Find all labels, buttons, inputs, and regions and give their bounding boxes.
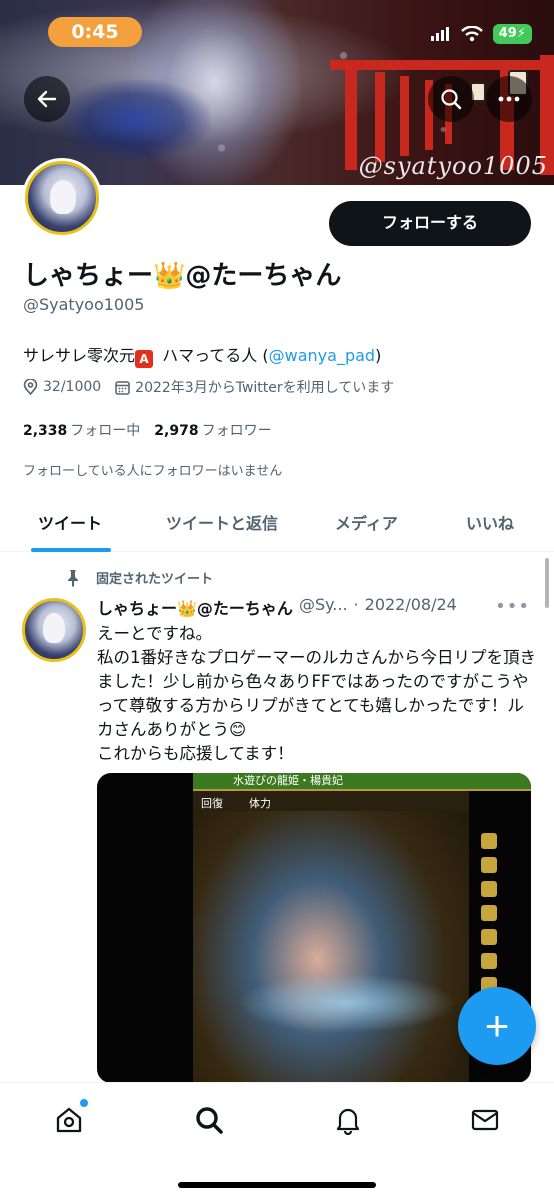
follow-button[interactable]: フォローする (329, 201, 531, 246)
bio-mention-link[interactable]: @wanya_pad (269, 346, 375, 365)
pinned-text: 固定されたツイート (96, 572, 214, 587)
battery-indicator: 49⚡ (492, 24, 532, 44)
bio-a-badge: A (135, 350, 154, 368)
nav-notifications[interactable] (331, 1103, 365, 1137)
media-tag-hp: 体力 (249, 797, 271, 810)
nav-messages[interactable] (468, 1103, 502, 1137)
media-sub-bar (193, 791, 469, 811)
search-button[interactable] (428, 76, 474, 122)
awakening-icon (481, 833, 497, 849)
media-tag-recover: 回復 (201, 797, 223, 810)
nav-home[interactable] (52, 1099, 88, 1137)
signal-icon (430, 27, 449, 41)
profile-meta: 32/1000 2022年3月からTwitterを利用しています (23, 377, 408, 397)
followers-link[interactable]: 2,978 フォロワー (154, 420, 271, 440)
followers-label: フォロワー (201, 423, 272, 439)
battery-level: 49 (498, 26, 517, 41)
tab-tweets[interactable]: ツイート (38, 510, 102, 534)
media-title-bar: 水遊びの龍姫・楊貴妃 (193, 773, 531, 791)
awakening-icon (481, 881, 497, 897)
location-pin-icon (23, 379, 38, 395)
tab-tweets-and-replies[interactable]: ツイートと返信 (166, 510, 278, 534)
scrollbar[interactable] (545, 558, 549, 608)
tweet-author-name[interactable]: しゃちょー👑@たーちゃん (97, 595, 293, 619)
search-icon (441, 89, 462, 110)
tweet-text-line: えーとですね。 (97, 624, 213, 643)
bell-icon (336, 1108, 360, 1135)
status-indicators: 49⚡ (430, 24, 532, 44)
tweet-date[interactable]: 2022/08/24 (365, 595, 457, 619)
back-arrow-icon (37, 90, 57, 108)
profile-handle: @Syatyoo1005 (23, 295, 145, 314)
follow-counts: 2,338 フォロー中 2,978 フォロワー (23, 420, 272, 440)
mail-icon (471, 1109, 499, 1131)
tweet-text: えーとですね。 私の1番好きなプロゲーマーのルカさんから今日リプを頂きました！少… (97, 622, 537, 766)
banner-watermark: @syatyoo1005 (358, 152, 548, 180)
more-button[interactable] (486, 76, 532, 122)
search-icon (196, 1107, 223, 1134)
awakening-icon (481, 953, 497, 969)
joined-item: 2022年3月からTwitterを利用しています (115, 377, 394, 397)
back-button[interactable] (24, 76, 70, 122)
tweet-text-line: 私の1番好きなプロゲーマーのルカさんから今日リプを頂きました！少し前から色々あり… (97, 648, 537, 739)
media-game-art (193, 773, 469, 1083)
profile-avatar[interactable] (22, 158, 102, 238)
tab-media[interactable]: メディア (335, 510, 398, 534)
location-text: 32/1000 (43, 379, 102, 395)
following-count: 2,338 (23, 423, 68, 439)
followers-count: 2,978 (154, 423, 199, 439)
status-time: 0:45 (48, 17, 142, 47)
display-name: しゃちょー👑@たーちゃん (23, 261, 342, 291)
profile-tabs: ツイート ツイートと返信 メディア いいね (0, 495, 554, 552)
location-item: 32/1000 (23, 379, 101, 395)
nav-search[interactable] (192, 1103, 226, 1137)
bio-text: ハマってる人 ( (157, 346, 269, 365)
home-icon (56, 1107, 82, 1133)
following-label: フォロー中 (70, 423, 141, 439)
home-notification-dot (80, 1099, 88, 1107)
joined-text: 2022年3月からTwitterを利用しています (135, 380, 395, 396)
more-icon (498, 96, 520, 102)
bio-text: ) (375, 346, 382, 365)
media-water-splash (237, 973, 457, 1033)
awakening-icon (481, 905, 497, 921)
avatar-image (25, 161, 99, 235)
media-awakening-icons (481, 833, 503, 993)
compose-tweet-button[interactable]: + (458, 987, 536, 1065)
mutual-followers-note: フォローしている人にフォロワーはいません (23, 464, 283, 479)
tweet-avatar[interactable] (22, 598, 86, 662)
awakening-icon (481, 929, 497, 945)
following-link[interactable]: 2,338 フォロー中 (23, 420, 140, 440)
bio-text: サレサレ零次元 (23, 346, 136, 365)
pin-icon (68, 569, 78, 587)
home-indicator (178, 1182, 376, 1188)
tweet-text-line: これからも応援してます！ (97, 744, 294, 763)
tweet-header: しゃちょー👑@たーちゃん @Sy... · 2022/08/24 (97, 595, 457, 619)
profile-bio: サレサレ零次元 A ハマってる人 (@wanya_pad) (23, 342, 381, 368)
pinned-label: 固定されたツイート (64, 568, 213, 587)
wifi-icon (460, 26, 483, 42)
tweet-author-handle: @Sy... (298, 595, 348, 614)
tweet-dot: · (353, 595, 359, 614)
active-tab-indicator (31, 548, 111, 552)
tab-likes[interactable]: いいね (466, 510, 514, 534)
tweet-avatar-image (22, 598, 86, 662)
media-title: 水遊びの龍姫・楊貴妃 (233, 774, 343, 787)
tweet-more-button[interactable]: ••• (495, 596, 530, 617)
calendar-icon (115, 380, 130, 395)
awakening-icon (481, 857, 497, 873)
